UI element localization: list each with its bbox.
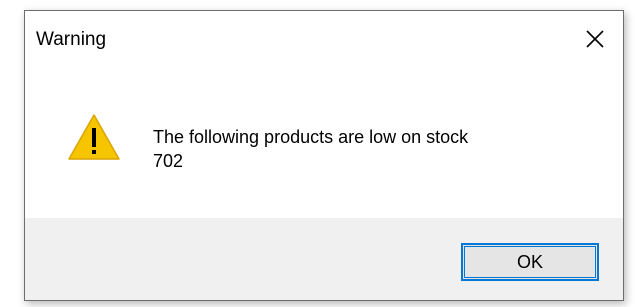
dialog-titlebar[interactable]: Warning [25, 11, 623, 69]
ok-button-label: OK [516, 251, 543, 272]
warning-icon [68, 114, 120, 160]
close-icon [586, 30, 604, 48]
dialog-content: The following products are low on stock … [25, 69, 623, 219]
message-value: 702 [153, 151, 184, 171]
dialog-title: Warning [36, 29, 107, 50]
dialog-message: The following products are low on stock … [153, 125, 468, 173]
screen: Warning The following products are low o… [0, 0, 635, 307]
message-line: The following products are low on stock [153, 127, 469, 147]
ok-button[interactable]: OK [461, 243, 599, 281]
dialog-footer: OK [25, 218, 623, 300]
warning-dialog: Warning The following products are low o… [24, 10, 624, 301]
close-button[interactable] [567, 19, 623, 59]
